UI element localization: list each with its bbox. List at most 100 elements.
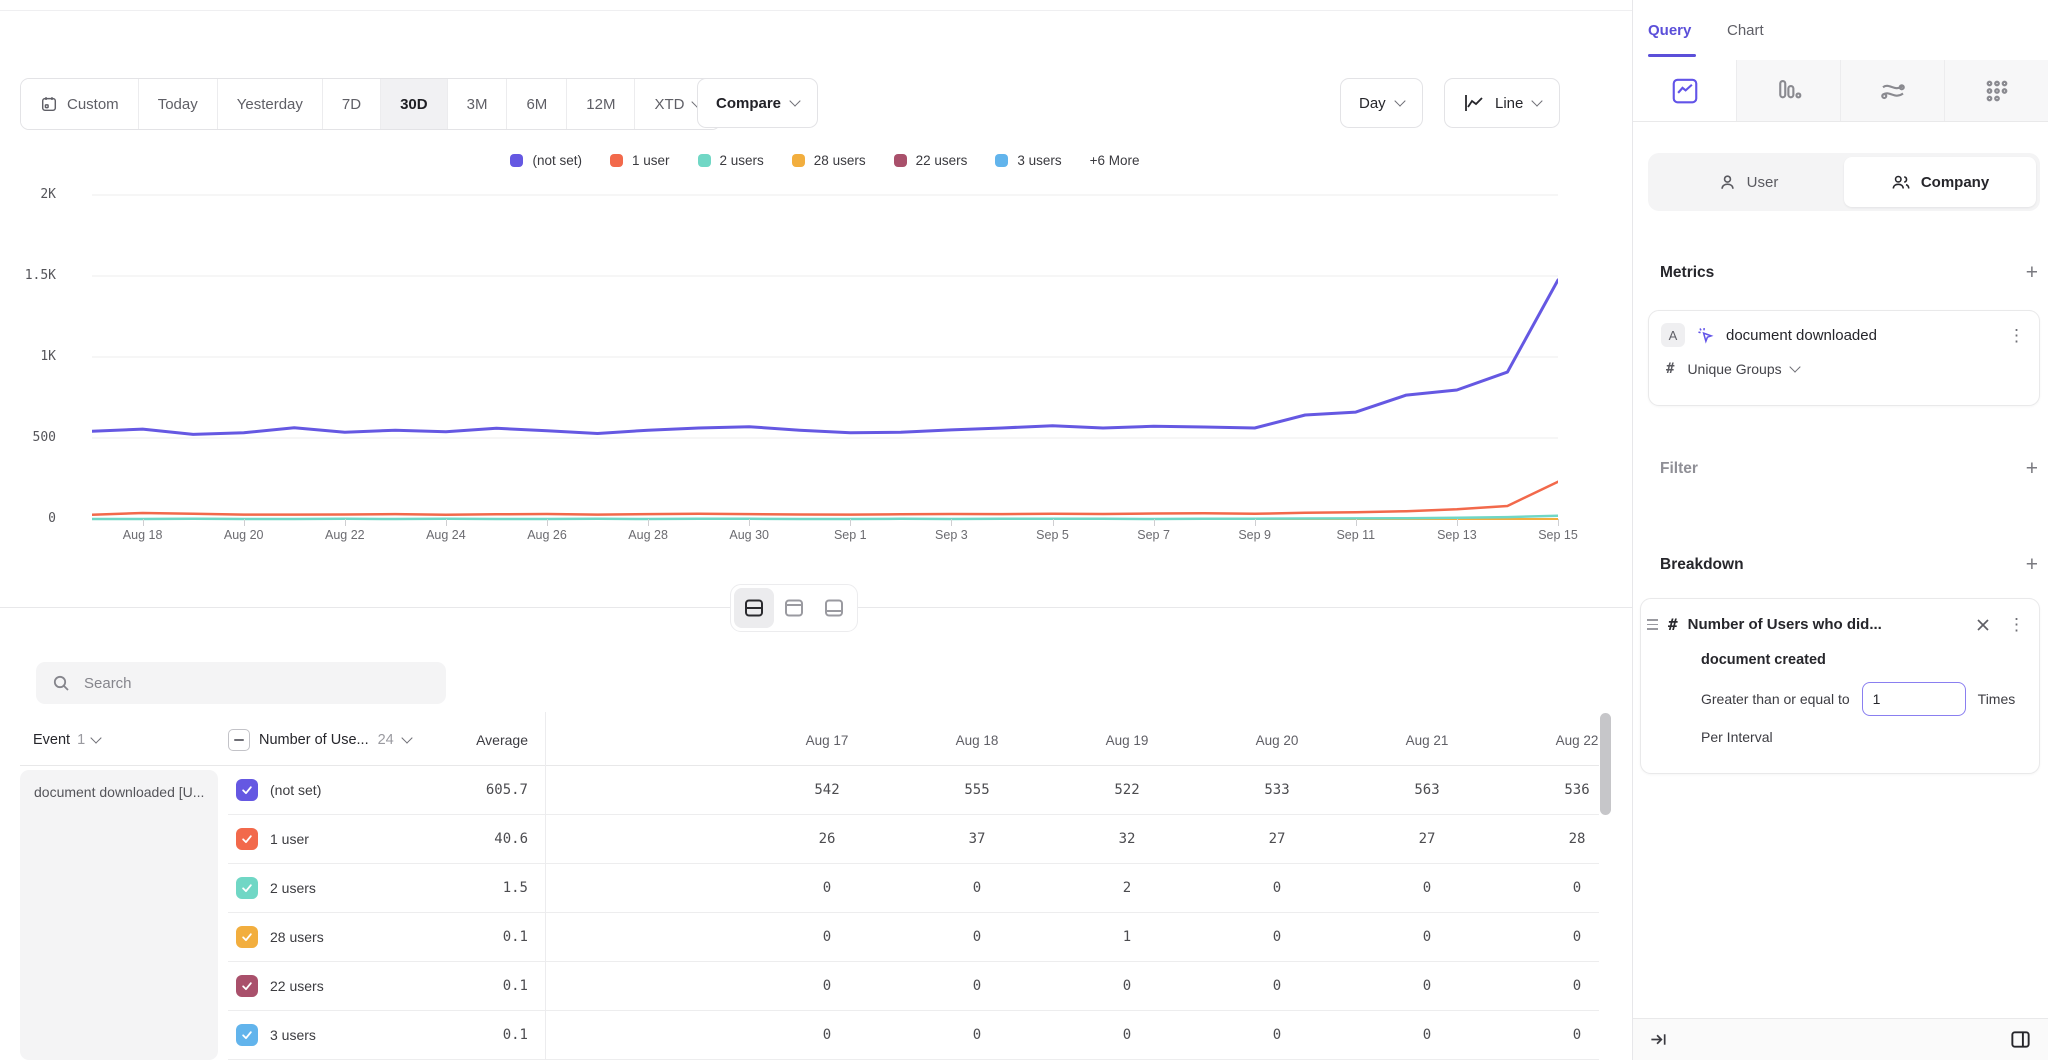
company-icon	[1891, 173, 1911, 192]
x-axis-tick	[951, 519, 952, 526]
range-button-30d[interactable]: 30D	[381, 79, 448, 129]
bar-chart-tab[interactable]	[1737, 60, 1841, 121]
add-filter-button[interactable]: +	[2026, 458, 2038, 479]
row-label: 2 users	[270, 880, 316, 896]
range-button-3m[interactable]: 3M	[448, 79, 508, 129]
row-main-cell: 22 users0.1	[228, 975, 528, 997]
row-value-cell: 0	[902, 880, 1052, 896]
row-label: 28 users	[270, 929, 324, 945]
legend-item[interactable]: 3 users	[995, 153, 1061, 168]
x-axis-tick	[648, 519, 649, 526]
breakdown-per-label: Per Interval	[1641, 716, 2039, 745]
measure-dropdown[interactable]: Unique Groups	[1687, 361, 1798, 377]
legend-item[interactable]: 28 users	[792, 153, 866, 168]
date-column-header: Aug 19	[1052, 733, 1202, 748]
search-input[interactable]	[82, 674, 430, 693]
legend-more-label: +6 More	[1090, 153, 1140, 168]
range-button-yesterday[interactable]: Yesterday	[218, 79, 323, 129]
legend-item[interactable]: 22 users	[894, 153, 968, 168]
x-axis-tick	[1255, 519, 1256, 526]
close-icon[interactable]	[1976, 618, 1990, 632]
chart-only-button[interactable]	[774, 588, 814, 628]
table-row: 28 users0.1001000	[228, 913, 1599, 962]
row-checkbox[interactable]	[236, 828, 258, 850]
range-button-7d[interactable]: 7D	[323, 79, 381, 129]
add-metric-button[interactable]: +	[2026, 262, 2038, 283]
tab-chart[interactable]: Chart	[1727, 22, 1764, 39]
add-breakdown-button[interactable]: +	[2026, 554, 2038, 575]
range-button-custom[interactable]: Custom	[21, 79, 139, 129]
top-panel-icon	[782, 596, 806, 620]
x-axis-tick	[1356, 519, 1357, 526]
row-value-cell: 0	[752, 1027, 902, 1043]
legend-more[interactable]: +6 More	[1090, 153, 1140, 168]
event-cell[interactable]: document downloaded [U...	[20, 770, 218, 1060]
breakdown-hash-icon: #	[1668, 615, 1678, 634]
event-count: 1	[77, 732, 85, 748]
range-label: Custom	[67, 96, 119, 113]
y-axis-label: 1K	[0, 349, 56, 364]
bottom-panel-icon	[822, 596, 846, 620]
row-value-cell: 0	[1352, 929, 1502, 945]
range-label: Today	[158, 96, 198, 113]
select-all-checkbox[interactable]	[228, 729, 250, 751]
range-button-today[interactable]: Today	[139, 79, 218, 129]
line-chart: Aug 18Aug 20Aug 22Aug 24Aug 26Aug 28Aug …	[92, 188, 1558, 558]
drag-handle-icon[interactable]	[1647, 619, 1658, 630]
metric-card[interactable]: A document downloaded ⋮ # Unique Groups	[1648, 310, 2040, 406]
row-value-cell: 0	[752, 929, 902, 945]
row-checkbox[interactable]	[236, 926, 258, 948]
right-panel-icon[interactable]	[2009, 1028, 2032, 1051]
legend-item[interactable]: 2 users	[698, 153, 764, 168]
row-average: 1.5	[503, 880, 528, 896]
metric-kebab-icon[interactable]: ⋮	[2008, 327, 2025, 344]
chart-type-dropdown[interactable]: Line	[1444, 78, 1560, 128]
range-label: 3M	[467, 96, 488, 113]
row-value-cell: 27	[1202, 831, 1352, 847]
entity-user-option[interactable]: User	[1652, 157, 1844, 207]
chevron-down-icon[interactable]	[401, 732, 412, 743]
x-axis-label: Aug 24	[401, 528, 491, 542]
line-chart-mini-icon	[1463, 93, 1485, 113]
flow-chart-tab[interactable]	[1841, 60, 1945, 121]
entity-company-label: Company	[1921, 174, 1989, 191]
x-axis-tick	[446, 519, 447, 526]
grid-chart-tab[interactable]	[1945, 60, 2048, 121]
entity-company-option[interactable]: Company	[1844, 157, 2036, 207]
row-checkbox[interactable]	[236, 779, 258, 801]
row-checkbox[interactable]	[236, 1024, 258, 1046]
series-line-1-user	[92, 482, 1558, 515]
search-box	[36, 662, 446, 704]
row-checkbox[interactable]	[236, 877, 258, 899]
metric-event-name: document downloaded	[1726, 327, 1877, 344]
event-column-header[interactable]: Event 1	[33, 715, 100, 765]
legend-item[interactable]: (not set)	[510, 153, 582, 168]
range-label: 30D	[400, 96, 428, 113]
row-checkbox[interactable]	[236, 975, 258, 997]
x-axis-label: Sep 15	[1513, 528, 1603, 542]
segmentation-chart-tab[interactable]	[1633, 60, 1737, 121]
x-axis-label: Sep 7	[1109, 528, 1199, 542]
chevron-down-icon	[789, 95, 800, 106]
granularity-dropdown[interactable]: Day	[1340, 78, 1423, 128]
measure-type-icon: #	[1666, 361, 1674, 377]
row-value-cell: 0	[1502, 978, 1599, 994]
row-main-cell: (not set)605.7	[228, 779, 528, 801]
compare-button[interactable]: Compare	[697, 78, 818, 128]
split-view-icon	[742, 596, 766, 620]
range-button-6m[interactable]: 6M	[507, 79, 567, 129]
legend-item[interactable]: 1 user	[610, 153, 670, 168]
split-view-button[interactable]	[734, 588, 774, 628]
x-axis-tick	[1558, 519, 1559, 526]
measure-label: Unique Groups	[1687, 361, 1781, 377]
granularity-label: Day	[1359, 95, 1386, 112]
breakdown-kebab-icon[interactable]: ⋮	[2008, 616, 2025, 633]
table-scrollbar[interactable]	[1600, 713, 1611, 815]
table-only-button[interactable]	[814, 588, 854, 628]
range-button-12m[interactable]: 12M	[567, 79, 635, 129]
series-line-2-users	[92, 516, 1558, 519]
collapse-panel-icon[interactable]	[1649, 1030, 1668, 1049]
range-label: XTD	[654, 96, 684, 113]
tab-query[interactable]: Query	[1648, 22, 1691, 39]
breakdown-value-input[interactable]	[1862, 682, 1966, 716]
